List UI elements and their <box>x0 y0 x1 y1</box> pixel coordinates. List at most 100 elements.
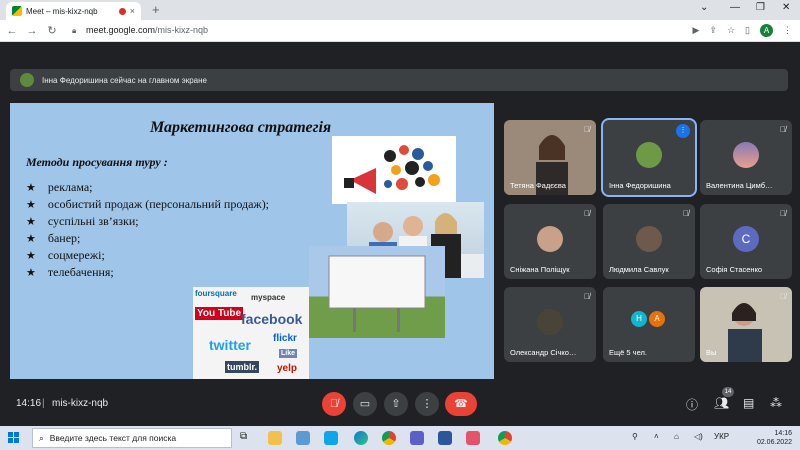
social-logos-collage: You Tube facebook twitter flickr tumblr.… <box>193 287 309 379</box>
mic-off-icon: 🎙̸ <box>780 125 786 134</box>
avatar: А <box>649 311 665 327</box>
slide-title: Маркетингова стратегія <box>150 119 332 136</box>
windows-start-icon[interactable] <box>8 432 20 444</box>
list-item: ★ суспільні зв’язки; <box>26 213 269 230</box>
slide-bullet-list: ★ реклама; ★ особистий продаж (персональни… <box>26 179 269 281</box>
lock-icon[interactable]: 🔒︎ <box>72 26 76 36</box>
avatar <box>733 142 759 168</box>
bookmark-star-icon[interactable]: ☆ <box>727 25 735 36</box>
restore-button[interactable]: ❐ <box>756 2 765 13</box>
app-icon[interactable] <box>296 431 310 445</box>
camera-toggle-button[interactable]: ▭ <box>353 392 377 416</box>
participant-tile[interactable]: 🎙̸ Олександр Січко… <box>504 287 596 362</box>
word-icon[interactable] <box>438 431 452 445</box>
leave-call-button[interactable]: ☎ <box>445 392 477 416</box>
meet-favicon-icon <box>12 6 22 16</box>
list-item-text: особистий продаж (персональний продаж); <box>47 197 270 211</box>
chrome-active-icon[interactable] <box>498 431 512 445</box>
volume-icon[interactable]: ◁) <box>694 432 703 441</box>
flickr-logo: flickr <box>273 333 297 344</box>
chat-icon[interactable]: ▤ <box>743 396 754 410</box>
profile-avatar[interactable]: A <box>760 24 773 37</box>
participant-tile[interactable]: 🎙̸ Тетяна Фадєєва <box>504 120 596 195</box>
url-path: /mis-kixz-nqb <box>155 25 209 35</box>
mic-toggle-button[interactable]: 🎙̸ <box>322 392 346 416</box>
star-bullet-icon: ★ <box>26 182 36 194</box>
chrome-icon[interactable] <box>382 431 396 445</box>
people-icon[interactable]: ⚲ <box>632 432 638 441</box>
meeting-info-icon[interactable]: ⓘ <box>686 396 698 413</box>
address-bar[interactable]: 🔒︎ meet.google.com/mis-kixz-nqb <box>66 23 766 39</box>
foursquare-logo: foursquare <box>195 289 237 298</box>
list-item: ★ соцмережі; <box>26 247 269 264</box>
system-clock[interactable]: 14:16 02.06.2022 <box>757 429 792 447</box>
menu-icon[interactable]: ⋮ <box>783 25 792 36</box>
tray-arrow-icon[interactable]: ˄ <box>654 432 659 441</box>
tab-close-icon[interactable]: × <box>130 6 135 16</box>
app-icon[interactable] <box>466 431 480 445</box>
participant-name: Сніжана Поліщук <box>510 265 570 274</box>
network-icon[interactable]: ⌂ <box>674 432 679 441</box>
search-placeholder: Введите здесь текст для поиска <box>49 433 177 443</box>
participants-count-badge: 14 <box>722 387 734 397</box>
self-tile[interactable]: 🎙̸ Вы <box>700 287 792 362</box>
list-item-text: реклама; <box>47 180 93 194</box>
banner-text: Інна Федоришина сейчас на главном экране <box>42 75 207 85</box>
browser-tab-bar: Meet – mis-kixz-nqb × + ⌄ — ❐ ✕ <box>0 0 800 20</box>
minimize-button[interactable]: — <box>730 2 740 13</box>
meeting-time: 14:16 <box>16 398 42 409</box>
camera-indicator-icon[interactable]: ▶ <box>693 25 700 36</box>
slide-subtitle: Методи просування туру : <box>26 155 168 169</box>
mic-off-icon: 🎙̸ <box>584 125 590 134</box>
tab-title: Meet – mis-kixz-nqb <box>26 6 98 16</box>
star-bullet-icon: ★ <box>26 199 36 211</box>
reload-icon[interactable]: ↻ <box>44 24 60 37</box>
sidebar-icon[interactable]: ▯ <box>745 25 750 36</box>
teams-icon[interactable] <box>410 431 424 445</box>
participant-tile[interactable]: 🎙̸ Людмила Савлук <box>603 204 695 279</box>
participant-name: Валентина Цимб… <box>706 181 773 190</box>
list-item: ★ телебачення; <box>26 264 269 281</box>
more-options-button[interactable]: ⋮ <box>415 392 439 416</box>
participant-tile[interactable]: 🎙̸ С Софія Стасенко <box>700 204 792 279</box>
meet-stage: Інна Федоришина сейчас на главном экране… <box>0 42 800 426</box>
participant-tile[interactable]: 🎙̸ Сніжана Поліщук <box>504 204 596 279</box>
participants-icon[interactable]: 👥︎ <box>714 396 729 410</box>
list-item-text: суспільні зв’язки; <box>47 214 139 228</box>
star-bullet-icon: ★ <box>26 267 36 279</box>
tumblr-logo: tumblr. <box>225 361 260 373</box>
activities-icon[interactable]: ⁂ <box>770 396 782 410</box>
clock-date: 02.06.2022 <box>756 439 792 446</box>
share-icon[interactable]: ⇪ <box>709 25 717 36</box>
task-view-icon[interactable]: ⧉ <box>240 431 254 445</box>
participant-name: Інна Федоришина <box>609 181 671 190</box>
participant-tile[interactable]: ⋮ Інна Федоришина <box>601 118 697 197</box>
presentation-banner: Інна Федоришина сейчас на главном экране <box>10 69 788 91</box>
more-participants-tile[interactable]: Н А Ещё 5 чел. <box>603 287 695 362</box>
close-window-button[interactable]: ✕ <box>782 2 790 13</box>
list-item-text: телебачення; <box>47 265 114 279</box>
explorer-icon[interactable] <box>268 431 282 445</box>
back-icon[interactable]: ← <box>4 25 20 37</box>
presenter-avatar <box>20 73 34 87</box>
present-screen-button[interactable]: ⇧ <box>384 392 408 416</box>
forward-icon[interactable]: → <box>24 25 40 37</box>
app-icon[interactable] <box>324 431 338 445</box>
participant-name: Людмила Савлук <box>609 265 669 274</box>
mic-off-icon: 🎙̸ <box>584 292 590 301</box>
edge-icon[interactable] <box>354 431 368 445</box>
recording-icon <box>118 7 126 15</box>
taskbar-search-input[interactable]: ⌕ Введите здесь текст для поиска <box>32 428 232 448</box>
list-item: ★ банер; <box>26 230 269 247</box>
new-tab-button[interactable]: + <box>152 2 160 17</box>
avatar <box>537 226 563 252</box>
browser-tab[interactable]: Meet – mis-kixz-nqb × <box>6 2 141 20</box>
tab-search-icon[interactable]: ⌄ <box>700 2 708 13</box>
browser-toolbar: ← → ↻ 🔒︎ meet.google.com/mis-kixz-nqb ▶ … <box>0 20 800 42</box>
mic-off-icon: 🎙̸ <box>584 209 590 218</box>
language-indicator[interactable]: УКР <box>714 432 729 441</box>
mic-off-icon: 🎙̸ <box>683 209 689 218</box>
url-text: meet.google.com/mis-kixz-nqb <box>86 25 208 35</box>
participant-tile[interactable]: 🎙̸ Валентина Цимб… <box>700 120 792 195</box>
avatar <box>537 309 563 335</box>
